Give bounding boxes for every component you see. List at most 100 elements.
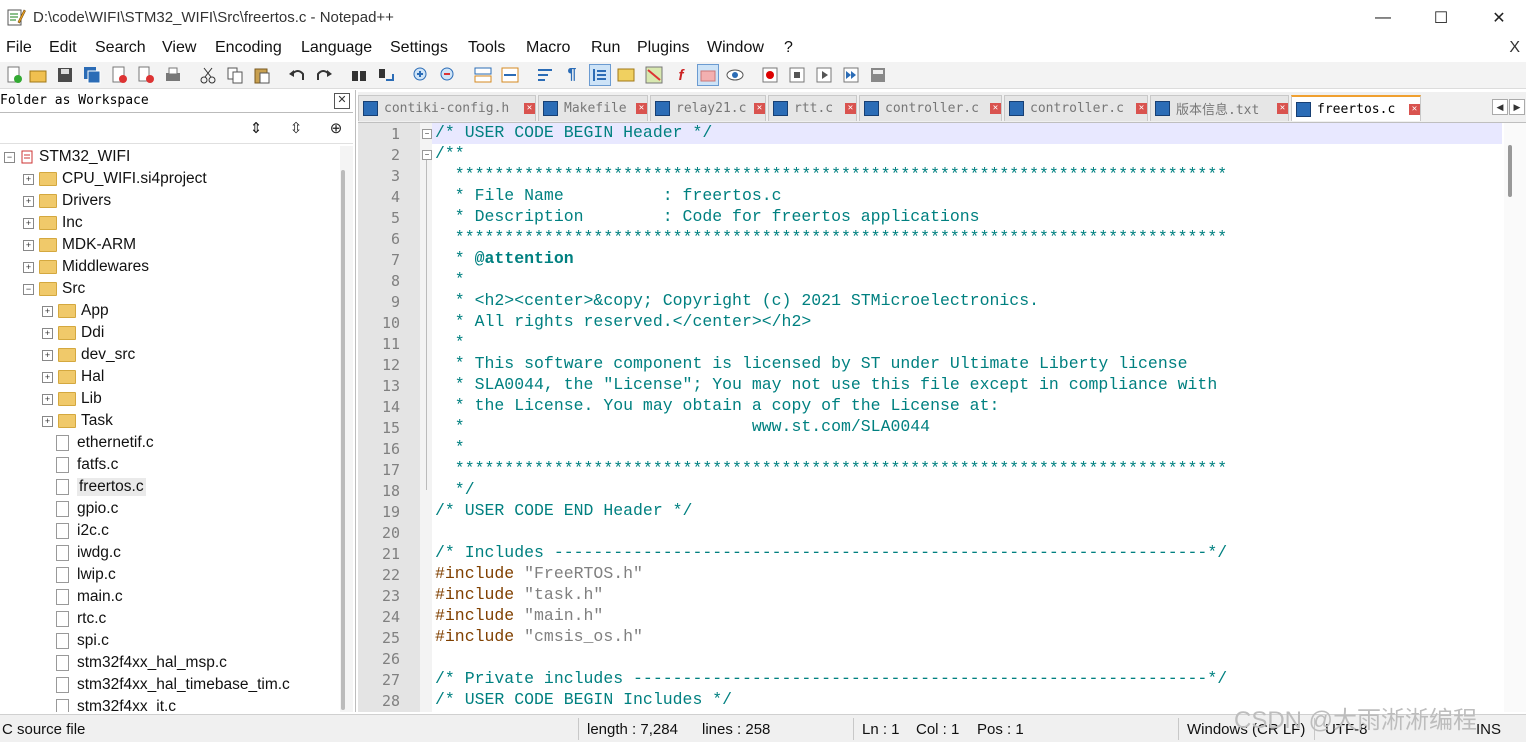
tree-folder-item[interactable]: + Ddi bbox=[42, 322, 104, 344]
locate-current-file-icon[interactable]: ⊕ bbox=[326, 118, 346, 138]
code-line[interactable]: * @attention bbox=[435, 249, 574, 268]
code-line[interactable]: /* Includes ----------------------------… bbox=[435, 543, 1227, 562]
tree-file-item[interactable]: ethernetif.c bbox=[42, 432, 154, 454]
menu-view[interactable]: View bbox=[162, 39, 196, 57]
expand-toggle-icon[interactable]: + bbox=[23, 261, 34, 273]
menu-settings[interactable]: Settings bbox=[390, 39, 448, 57]
save-icon[interactable] bbox=[54, 64, 76, 86]
code-line[interactable]: /* USER CODE BEGIN Header */ bbox=[435, 123, 712, 142]
zoom-in-icon[interactable] bbox=[410, 64, 432, 86]
menu-edit[interactable]: Edit bbox=[49, 39, 77, 57]
tree-folder-item[interactable]: + Inc bbox=[23, 212, 83, 234]
tab--txt[interactable]: 版本信息.txt ✕ bbox=[1150, 95, 1289, 121]
tree-folder-item[interactable]: + MDK-ARM bbox=[23, 234, 136, 256]
paste-icon[interactable] bbox=[251, 64, 273, 86]
tab-close-icon[interactable]: ✕ bbox=[524, 103, 535, 114]
replace-icon[interactable] bbox=[375, 64, 397, 86]
tree-file-item[interactable]: main.c bbox=[42, 586, 123, 608]
code-line[interactable]: #include "cmsis_os.h" bbox=[435, 627, 643, 646]
menu-macro[interactable]: Macro bbox=[526, 39, 570, 57]
expand-toggle-icon[interactable]: + bbox=[42, 327, 53, 339]
fold-toggle-icon[interactable]: − bbox=[422, 150, 432, 160]
record-macro-icon[interactable] bbox=[759, 64, 781, 86]
zoom-out-icon[interactable] bbox=[437, 64, 459, 86]
code-line[interactable]: /* Private includes --------------------… bbox=[435, 669, 1227, 688]
cut-icon[interactable] bbox=[197, 64, 219, 86]
code-line[interactable]: ****************************************… bbox=[435, 165, 1227, 184]
code-line[interactable]: #include "task.h" bbox=[435, 585, 603, 604]
code-line[interactable]: /* USER CODE END Header */ bbox=[435, 501, 692, 520]
tab-close-icon[interactable]: ✕ bbox=[1277, 103, 1288, 114]
open-file-icon[interactable] bbox=[27, 64, 49, 86]
code-line[interactable]: * bbox=[435, 333, 465, 352]
tree-file-item[interactable]: lwip.c bbox=[42, 564, 116, 586]
code-editor[interactable]: 1 2 3 4 5 6 7 8 9 10 11 12 13 14 15 16 17 18 19 20 21 22 23 24 2… bbox=[358, 123, 1526, 712]
new-file-icon[interactable] bbox=[3, 64, 25, 86]
code-line[interactable]: * SLA0044, the "License"; You may not us… bbox=[435, 375, 1217, 394]
tab-close-icon[interactable]: ✕ bbox=[1136, 103, 1147, 114]
code-line[interactable]: #include "main.h" bbox=[435, 606, 603, 625]
close-all-icon[interactable] bbox=[135, 64, 157, 86]
tree-file-item[interactable]: i2c.c bbox=[42, 520, 109, 542]
menu-language[interactable]: Language bbox=[301, 39, 372, 57]
tree-folder-item[interactable]: + Middlewares bbox=[23, 256, 149, 278]
tab-controller-c[interactable]: controller.c ✕ bbox=[1004, 95, 1148, 121]
minimize-button[interactable]: — bbox=[1354, 0, 1412, 36]
print-icon[interactable] bbox=[162, 64, 184, 86]
editor-scroll-thumb[interactable] bbox=[1508, 145, 1512, 197]
tab-rtt-c[interactable]: rtt.c ✕ bbox=[768, 95, 857, 121]
editor-scrollbar[interactable] bbox=[1504, 123, 1526, 712]
tree-file-item[interactable]: freertos.c bbox=[42, 476, 146, 498]
fold-toggle-icon[interactable]: − bbox=[422, 129, 432, 139]
menu-search[interactable]: Search bbox=[95, 39, 146, 57]
menu-window[interactable]: Window bbox=[707, 39, 764, 57]
expand-toggle-icon[interactable]: + bbox=[42, 393, 53, 405]
stop-record-icon[interactable] bbox=[786, 64, 808, 86]
function-list-icon[interactable]: f bbox=[670, 64, 692, 86]
tree-folder-item[interactable]: + dev_src bbox=[42, 344, 135, 366]
redo-icon[interactable] bbox=[313, 64, 335, 86]
maximize-button[interactable]: ☐ bbox=[1412, 0, 1470, 36]
collapse-toggle-icon[interactable]: − bbox=[4, 151, 15, 163]
monitoring-icon[interactable] bbox=[724, 64, 746, 86]
code-line[interactable]: * bbox=[435, 438, 465, 457]
tree-folder-item[interactable]: − STM32_WIFI bbox=[4, 146, 130, 168]
panel-close-button[interactable]: ✕ bbox=[334, 93, 350, 109]
collapse-toggle-icon[interactable]: − bbox=[23, 283, 34, 295]
tab-close-icon[interactable]: ✕ bbox=[754, 103, 765, 114]
undo-icon[interactable] bbox=[286, 64, 308, 86]
tree-file-item[interactable]: stm32f4xx_hal_timebase_tim.c bbox=[42, 674, 290, 696]
tree-folder-item[interactable]: + App bbox=[42, 300, 109, 322]
tree-folder-item[interactable]: + Task bbox=[42, 410, 113, 432]
menu-run[interactable]: Run bbox=[591, 39, 620, 57]
udl-icon[interactable] bbox=[615, 64, 637, 86]
menu-plugins[interactable]: Plugins bbox=[637, 39, 689, 57]
code-line[interactable]: /* USER CODE BEGIN Includes */ bbox=[435, 690, 732, 709]
tab-close-icon[interactable]: ✕ bbox=[990, 103, 1001, 114]
code-line[interactable]: #include "FreeRTOS.h" bbox=[435, 564, 643, 583]
code-line[interactable]: * bbox=[435, 270, 465, 289]
tree-folder-item[interactable]: + Drivers bbox=[23, 190, 111, 212]
code-line[interactable]: * File Name : freertos.c bbox=[435, 186, 782, 205]
expand-toggle-icon[interactable]: + bbox=[23, 173, 34, 185]
close-document-button[interactable]: X bbox=[1509, 39, 1520, 57]
tree-file-item[interactable]: stm32f4xx_it.c bbox=[42, 696, 176, 712]
code-line[interactable]: * the License. You may obtain a copy of … bbox=[435, 396, 1000, 415]
folder-workspace-icon[interactable] bbox=[697, 64, 719, 86]
code-line[interactable]: * All rights reserved.</center></h2> bbox=[435, 312, 811, 331]
tab-scroll-right-icon[interactable]: ▶ bbox=[1509, 99, 1525, 115]
tree-folder-item[interactable]: + Hal bbox=[42, 366, 104, 388]
find-icon[interactable] bbox=[348, 64, 370, 86]
tree-folder-item[interactable]: + Lib bbox=[42, 388, 102, 410]
save-macro-icon[interactable] bbox=[867, 64, 889, 86]
tab-close-icon[interactable]: ✕ bbox=[636, 103, 647, 114]
tree-file-item[interactable]: iwdg.c bbox=[42, 542, 121, 564]
word-wrap-icon[interactable] bbox=[534, 64, 556, 86]
expand-toggle-icon[interactable]: + bbox=[23, 195, 34, 207]
code-line[interactable]: */ bbox=[435, 480, 475, 499]
menu-help[interactable]: ? bbox=[784, 39, 793, 57]
expand-toggle-icon[interactable]: + bbox=[42, 371, 53, 383]
code-line[interactable]: ****************************************… bbox=[435, 228, 1227, 247]
sync-vertical-icon[interactable] bbox=[472, 64, 494, 86]
expand-toggle-icon[interactable]: + bbox=[42, 415, 53, 427]
